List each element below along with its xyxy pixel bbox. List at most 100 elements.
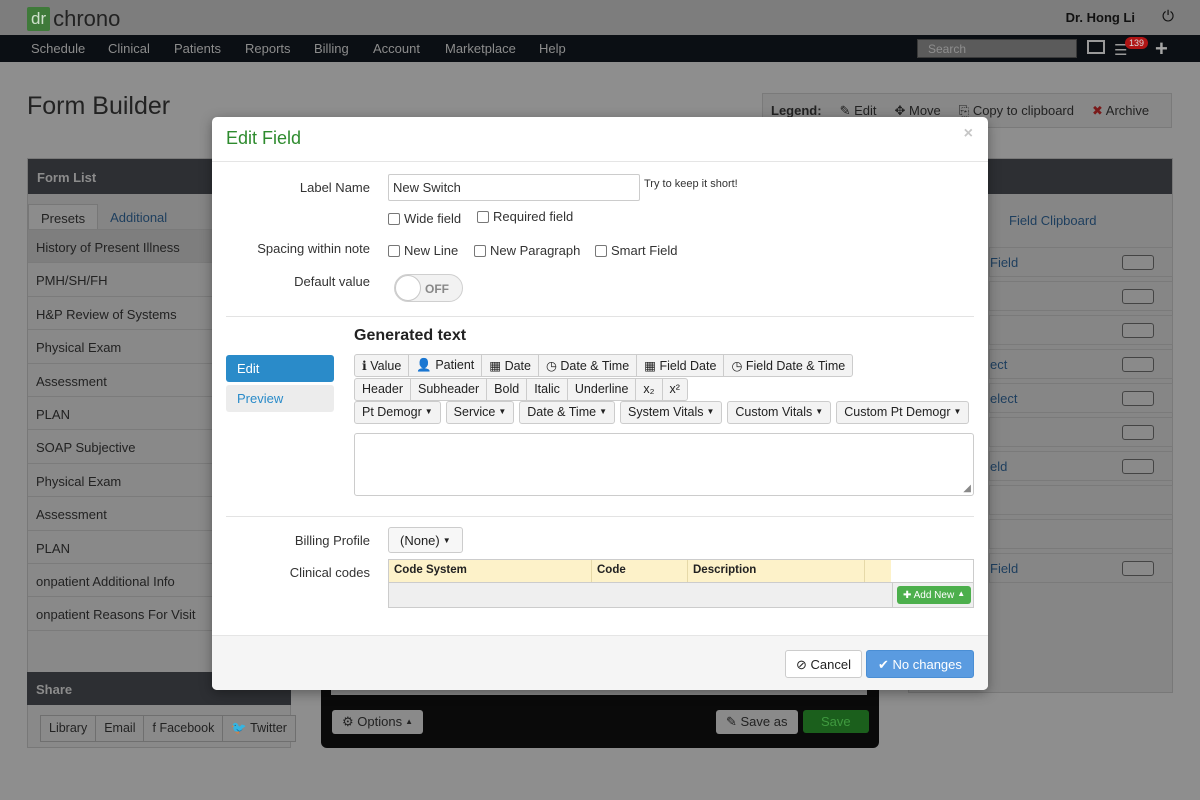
generated-text-area[interactable]: ◢: [354, 433, 974, 496]
no-changes-button[interactable]: ✔ No changes: [866, 650, 974, 678]
field-type-item[interactable]: [989, 281, 1173, 311]
field-type-item[interactable]: ect: [989, 349, 1173, 379]
pencil-icon: ✎: [726, 714, 741, 729]
new-paragraph-checkbox[interactable]: New Paragraph: [474, 243, 580, 258]
share-buttons: Library Email f Facebook 🐦 Twitter: [40, 715, 296, 742]
yes-no-icon: [1122, 289, 1154, 304]
billing-profile-dropdown[interactable]: (None) ▼: [388, 527, 463, 553]
nav-reports[interactable]: Reports: [245, 41, 291, 56]
service-dropdown[interactable]: Service ▼: [445, 401, 515, 424]
main-nav: Schedule Clinical Patients Reports Billi…: [0, 35, 1200, 62]
nav-marketplace[interactable]: Marketplace: [445, 41, 516, 56]
italic-button[interactable]: Italic: [526, 378, 568, 401]
calendar-icon: ▦: [489, 359, 502, 373]
app-logo[interactable]: dr chrono: [27, 6, 120, 32]
insert-date-time-button[interactable]: ◷ Date & Time: [537, 354, 638, 377]
required-field-checkbox[interactable]: Required field: [477, 209, 573, 224]
share-facebook-button[interactable]: f Facebook: [144, 716, 224, 741]
subscript-button[interactable]: x₂: [635, 378, 663, 401]
power-icon[interactable]: ⏻: [1162, 8, 1174, 25]
tab-additional[interactable]: Additional: [98, 204, 179, 229]
header-button[interactable]: Header: [354, 378, 411, 401]
modal-title: Edit Field: [226, 128, 302, 148]
nav-help[interactable]: Help: [539, 41, 566, 56]
nav-account[interactable]: Account: [373, 41, 420, 56]
clinical-codes-table: Code System Code Description ✚ Add New ▲: [388, 559, 974, 608]
field-type-item[interactable]: elect: [989, 383, 1173, 413]
custom-vitals-dropdown[interactable]: Custom Vitals ▼: [727, 401, 832, 424]
label-name-label: Label Name: [299, 180, 370, 195]
clock-icon: ◷: [731, 359, 743, 373]
plus-icon: ✚: [903, 590, 914, 601]
share-twitter-button[interactable]: 🐦 Twitter: [223, 716, 295, 741]
superscript-button[interactable]: x²: [661, 378, 688, 401]
subheader-button[interactable]: Subheader: [410, 378, 488, 401]
field-type-item[interactable]: Field: [989, 247, 1173, 277]
insert-field-date-time-button[interactable]: ◷ Field Date & Time: [723, 354, 854, 377]
field-type-item[interactable]: [989, 485, 1173, 515]
underline-button[interactable]: Underline: [566, 378, 637, 401]
user-icon: 👤: [416, 358, 432, 372]
share-email-button[interactable]: Email: [96, 716, 145, 741]
field-type-item[interactable]: Field: [989, 553, 1173, 583]
form-editor-footer: ⚙ Options ▲ ✎ Save as Save: [321, 690, 879, 748]
default-value-toggle[interactable]: OFF: [394, 274, 463, 302]
label-hint: Try to keep it short!: [644, 178, 738, 190]
signature-icon: [1122, 425, 1154, 440]
tab-presets[interactable]: Presets: [28, 204, 99, 229]
field-type-item[interactable]: [989, 315, 1173, 345]
cancel-button[interactable]: ⊘ Cancel: [785, 650, 862, 678]
nav-schedule[interactable]: Schedule: [31, 41, 85, 56]
nav-patients[interactable]: Patients: [174, 41, 221, 56]
wide-field-checkbox[interactable]: Wide field: [388, 211, 461, 226]
checkbox-icon: [1122, 357, 1154, 372]
format-toolbar: Header Subheader Bold Italic Underline x…: [354, 378, 688, 401]
top-bar: dr chrono Dr. Hong Li ⏻: [0, 0, 1200, 35]
caret-up-icon: ▲: [957, 589, 966, 598]
field-type-item[interactable]: [989, 519, 1173, 549]
add-new-button[interactable]: ✚ Add New ▲: [897, 586, 972, 604]
save-button[interactable]: Save: [803, 710, 869, 733]
toggle-icon: [1122, 459, 1154, 474]
caret-down-icon: ▼: [953, 407, 962, 416]
search-input[interactable]: Search: [917, 39, 1077, 58]
resize-grip-icon[interactable]: ◢: [963, 483, 971, 494]
insert-field-date-button[interactable]: ▦ Field Date: [636, 354, 725, 377]
toggle-state: OFF: [425, 282, 449, 296]
smart-field-checkbox[interactable]: Smart Field: [595, 243, 677, 258]
options-button[interactable]: ⚙ Options ▲: [332, 710, 424, 734]
save-as-button[interactable]: ✎ Save as: [716, 710, 798, 734]
custom-pt-demogr-dropdown[interactable]: Custom Pt Demogr ▼: [836, 401, 970, 424]
move-icon: ✥: [894, 102, 909, 118]
pencil-icon: ✎: [839, 102, 855, 118]
modal-header: Edit Field ×: [212, 117, 988, 162]
insert-date-button[interactable]: ▦ Date: [481, 354, 539, 377]
field-type-item[interactable]: [989, 417, 1173, 447]
mail-icon[interactable]: [1087, 40, 1105, 54]
tab-preview[interactable]: Preview: [226, 385, 334, 412]
system-vitals-dropdown[interactable]: System Vitals ▼: [619, 401, 723, 424]
caret-down-icon: ▼: [599, 407, 607, 416]
nav-billing[interactable]: Billing: [314, 41, 349, 56]
info-icon: ℹ: [362, 359, 367, 373]
nav-clinical[interactable]: Clinical: [108, 41, 150, 56]
user-name[interactable]: Dr. Hong Li: [1066, 10, 1135, 25]
tab-edit[interactable]: Edit: [226, 355, 334, 382]
tab-field-clipboard[interactable]: Field Clipboard: [1009, 213, 1096, 228]
insert-value-button[interactable]: ℹ Value: [354, 354, 410, 377]
pt-demogr-dropdown[interactable]: Pt Demogr ▼: [354, 401, 441, 424]
date-time-dropdown[interactable]: Date & Time ▼: [519, 401, 615, 424]
bold-button[interactable]: Bold: [486, 378, 528, 401]
switch-icon: [1122, 323, 1154, 338]
gear-icon: ⚙: [342, 714, 358, 729]
field-type-item[interactable]: eld: [989, 451, 1173, 481]
close-icon[interactable]: ×: [964, 125, 973, 143]
plus-icon[interactable]: +: [1155, 36, 1168, 62]
modal-footer: ⊘ Cancel ✔ No changes: [212, 635, 988, 690]
share-library-button[interactable]: Library: [41, 716, 97, 741]
insert-patient-button[interactable]: 👤 Patient: [408, 354, 483, 377]
label-name-input[interactable]: [388, 174, 640, 201]
multi-checkbox-icon: [1122, 391, 1154, 406]
page-title: Form Builder: [27, 92, 171, 120]
new-line-checkbox[interactable]: New Line: [388, 243, 458, 258]
